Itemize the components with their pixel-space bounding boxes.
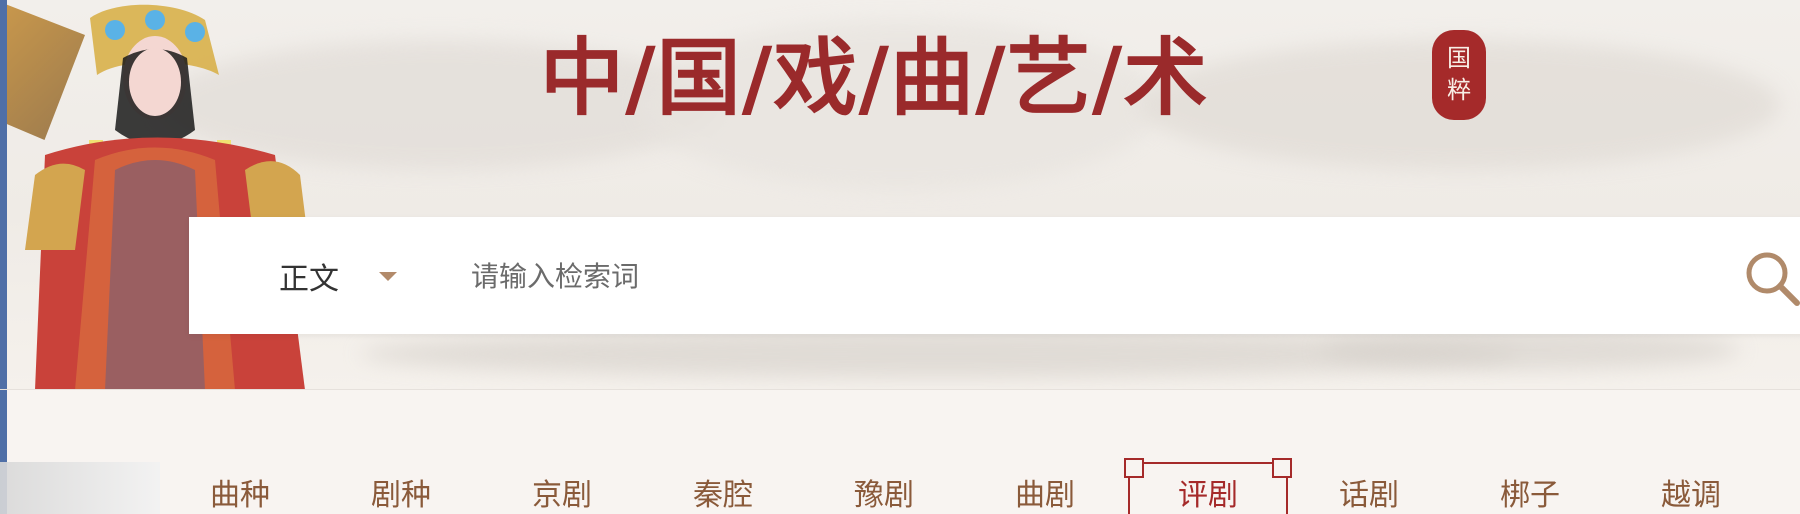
search-input[interactable]: [469, 247, 1653, 305]
search-icon-graphic: [1746, 252, 1800, 306]
section-divider: [0, 389, 1800, 390]
search-scope-dropdown[interactable]: 正文: [279, 252, 397, 300]
nav-item-曲种[interactable]: 曲种: [180, 470, 300, 514]
seal-text: 国粹: [1447, 44, 1471, 104]
search-icon[interactable]: [1741, 247, 1800, 309]
search-bar: 正文: [189, 217, 1800, 334]
nav-item-京剧[interactable]: 京剧: [502, 470, 622, 514]
nav-item-豫剧[interactable]: 豫剧: [824, 470, 944, 514]
seal-badge: 国粹: [1432, 30, 1486, 120]
category-nav: 曲种 剧种 京剧 秦腔 豫剧 曲剧 评剧 话剧 梆子 越调: [180, 470, 1800, 514]
fan-decoration: [0, 462, 160, 514]
caret-down-icon: [379, 271, 397, 281]
header-banner: 中/国/戏/曲/艺/术 国粹 正文: [0, 0, 1800, 390]
page: 中/国/戏/曲/艺/术 国粹 正文 曲种 剧种: [0, 0, 1800, 514]
nav-item-秦腔[interactable]: 秦腔: [663, 470, 783, 514]
nav-item-话剧[interactable]: 话剧: [1309, 470, 1429, 514]
page-title: 中/国/戏/曲/艺/术: [540, 28, 1209, 127]
left-edge-strip: [0, 0, 7, 514]
search-scope-label: 正文: [279, 262, 339, 297]
nav-item-梆子[interactable]: 梆子: [1470, 470, 1590, 514]
mist-decoration: [1320, 330, 1740, 370]
nav-item-剧种[interactable]: 剧种: [341, 470, 461, 514]
nav-item-评剧[interactable]: 评剧: [1148, 470, 1268, 514]
nav-item-曲剧[interactable]: 曲剧: [985, 470, 1105, 514]
nav-item-越调[interactable]: 越调: [1631, 470, 1751, 514]
